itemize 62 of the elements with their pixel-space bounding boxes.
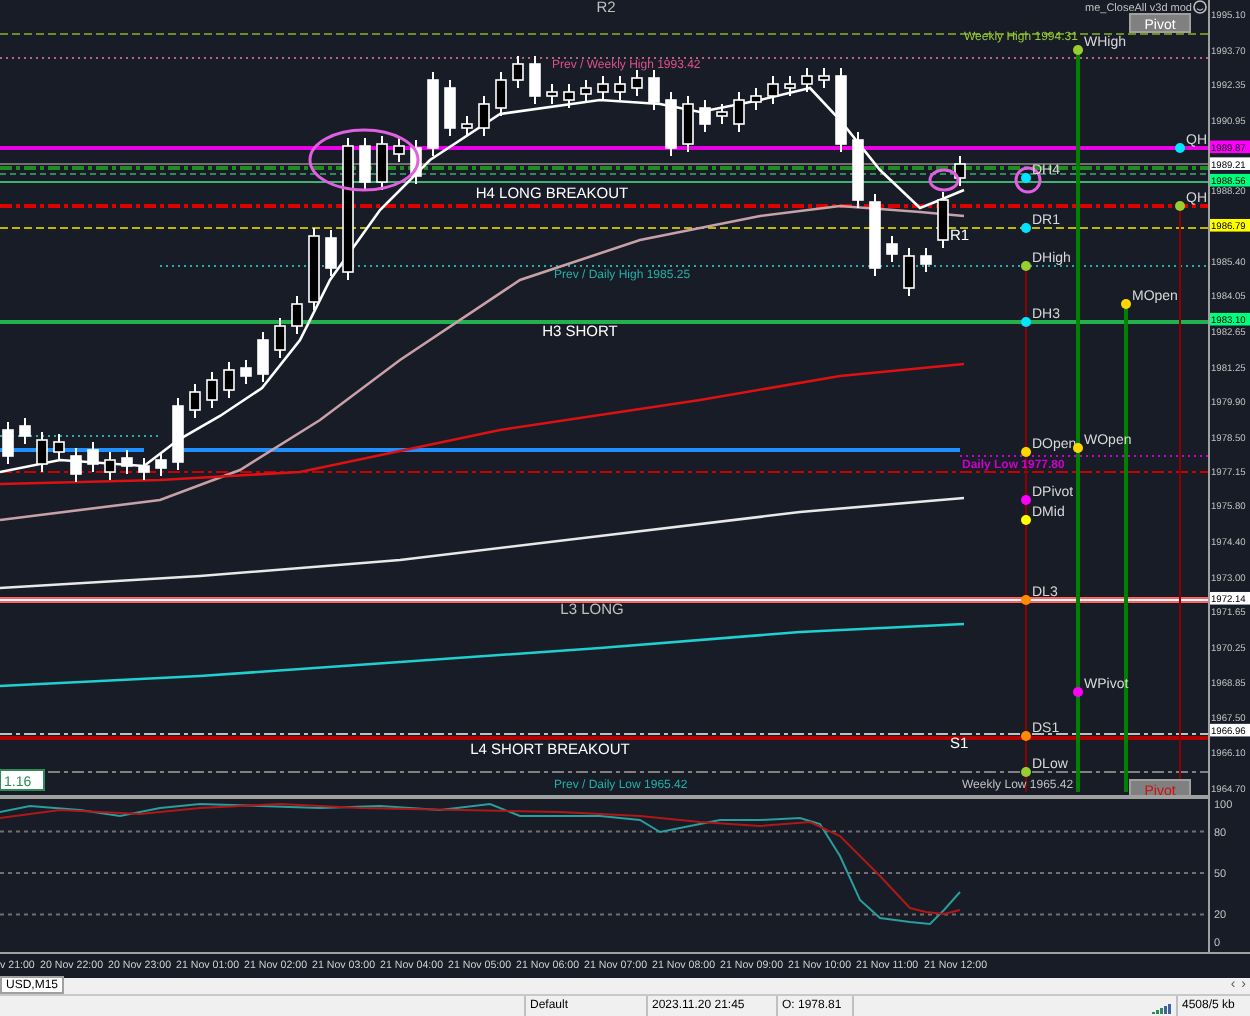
candlestick: [937, 191, 949, 249]
candlestick: [529, 55, 541, 105]
candlestick: [274, 317, 286, 359]
candlestick: [393, 137, 405, 163]
candlestick: [920, 247, 932, 273]
candlestick: [886, 235, 898, 263]
connection-bars-icon: [1152, 999, 1174, 1013]
candlestick: [648, 69, 660, 111]
candlestick: [478, 95, 490, 137]
candlestick: [240, 359, 252, 385]
candlestick: [716, 103, 728, 125]
candlestick: [801, 67, 813, 93]
candlestick: [563, 83, 575, 109]
candlestick: [70, 447, 82, 483]
candlestick: [308, 227, 320, 311]
annotation-ellipse: [308, 128, 420, 192]
candlestick: [733, 91, 745, 133]
candlestick: [172, 397, 184, 471]
candlestick: [614, 75, 626, 101]
candlestick: [2, 421, 14, 465]
candlestick: [580, 79, 592, 103]
candlestick: [750, 87, 762, 111]
candlestick: [19, 417, 31, 445]
candlestick: [206, 371, 218, 409]
candlestick: [444, 79, 456, 137]
candlestick: [121, 449, 133, 475]
candlestick: [376, 135, 388, 191]
candlestick: [257, 331, 269, 383]
candlestick: [767, 75, 779, 105]
candlestick: [869, 193, 881, 277]
candlestick: [325, 229, 337, 277]
candlestick: [53, 433, 65, 461]
candlestick: [665, 91, 677, 157]
candlestick: [852, 131, 864, 209]
candlestick: [155, 451, 167, 477]
candlestick: [546, 83, 558, 105]
candlestick: [954, 155, 966, 187]
candlestick: [835, 67, 847, 153]
candlestick: [36, 431, 48, 473]
candlestick: [342, 137, 354, 281]
candlestick: [138, 457, 150, 481]
candlestick: [223, 361, 235, 399]
candlestick: [104, 451, 116, 481]
candlestick: [512, 55, 524, 89]
candlestick: [189, 383, 201, 419]
candlestick: [597, 75, 609, 101]
level-line: [0, 448, 144, 452]
candlestick: [699, 99, 711, 133]
smiley-icon: [1193, 0, 1207, 14]
candlestick: [903, 247, 915, 297]
candlestick: [87, 441, 99, 473]
candlestick: [427, 71, 439, 157]
candlestick: [631, 69, 643, 97]
candlestick: [784, 75, 796, 97]
candlestick: [359, 137, 371, 191]
candlestick: [818, 67, 830, 89]
candlestick: [461, 115, 473, 137]
annotation-ellipse: [928, 168, 960, 192]
candlestick: [682, 95, 694, 153]
candlestick: [495, 71, 507, 117]
candlestick: [291, 295, 303, 335]
candlestick: [410, 139, 422, 185]
